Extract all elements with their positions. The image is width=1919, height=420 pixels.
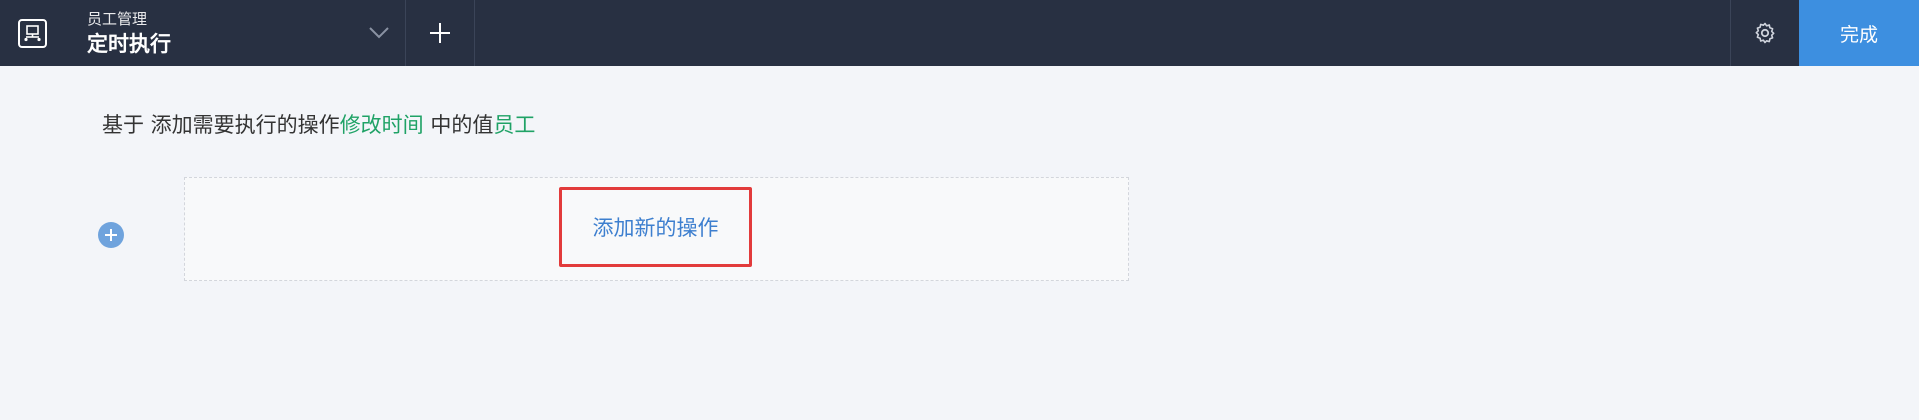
top-bar: 员工管理 定时执行 完成 (0, 0, 1919, 66)
page-title: 定时执行 (87, 32, 171, 56)
sentence-middle: 中的值 (423, 113, 494, 137)
done-button[interactable]: 完成 (1799, 0, 1919, 66)
entity-link[interactable]: 员工 (493, 113, 535, 137)
add-new-action-button[interactable]: 添加新的操作 (559, 187, 752, 267)
plus-icon (430, 23, 450, 43)
settings-button[interactable] (1731, 0, 1799, 66)
condition-sentence: 基于 添加需要执行的操作修改时间 中的值员工 (102, 110, 535, 140)
add-step-button[interactable] (98, 222, 124, 248)
sentence-prefix: 基于 添加需要执行的操作 (102, 113, 340, 137)
app-icon[interactable] (18, 19, 47, 48)
chevron-down-icon[interactable] (366, 20, 392, 44)
divider (474, 0, 475, 66)
plus-icon (105, 229, 117, 241)
app-name: 员工管理 (87, 10, 148, 28)
title-block: 员工管理 定时执行 (87, 9, 171, 59)
add-button[interactable] (406, 0, 474, 66)
field-link[interactable]: 修改时间 (340, 113, 424, 137)
gear-icon (1755, 22, 1775, 44)
